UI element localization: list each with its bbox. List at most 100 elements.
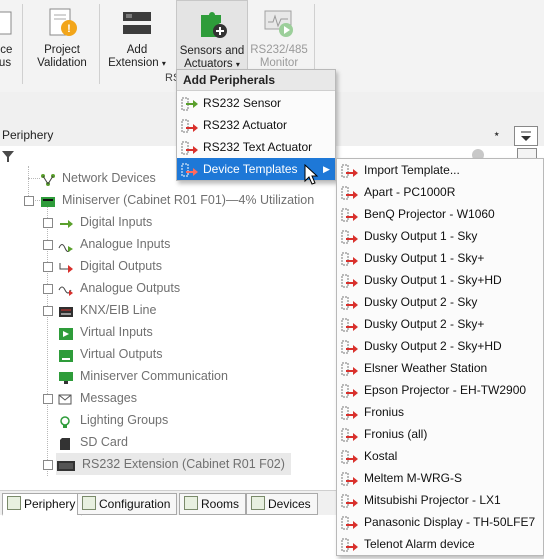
tree-item-label: SD Card — [80, 435, 128, 449]
menu-item-template[interactable]: Meltem M-WRG-S — [337, 467, 543, 489]
sensor-arrow-icon — [58, 216, 74, 230]
tab-periphery[interactable]: Periphery — [2, 493, 83, 516]
expand-toggle[interactable] — [43, 262, 53, 272]
miniserver-icon — [40, 194, 56, 208]
ribbon-button-label: Add — [126, 44, 148, 56]
menu-item-rs232-actuator[interactable]: RS232 Actuator — [177, 114, 335, 136]
template-icon — [341, 185, 359, 200]
menu-item-label: Fronius (all) — [364, 427, 428, 441]
tree-item-messages[interactable]: Messages — [58, 387, 137, 409]
project-validation-button[interactable]: ! Project Validation — [28, 0, 96, 86]
expand-toggle[interactable] — [43, 284, 53, 294]
tab-configuration[interactable]: Configuration — [77, 493, 178, 515]
menu-item-template[interactable]: Mitsubishi Projector - LX1 — [337, 489, 543, 511]
menu-item-template[interactable]: Apart - PC1000R — [337, 181, 543, 203]
menu-item-template[interactable]: Import Template... — [337, 159, 543, 181]
tree-item-network-devices[interactable]: Network Devices — [40, 167, 156, 189]
tree-item-virtual-outputs[interactable]: Virtual Outputs — [58, 343, 162, 365]
virtual-input-icon — [58, 326, 74, 340]
tree-item-label: Network Devices — [62, 171, 156, 185]
menu-item-label: RS232 Text Actuator — [203, 140, 313, 154]
tab-label: Configuration — [99, 497, 171, 511]
menu-item-template[interactable]: Dusky Output 2 - Sky+ — [337, 313, 543, 335]
menu-item-template[interactable]: Telenot Alarm device — [337, 533, 543, 555]
tree-item-rs232-extension[interactable]: RS232 Extension (Cabinet R01 F02) — [56, 453, 291, 475]
periphery-title: Periphery — [2, 128, 54, 142]
expand-toggle[interactable] — [43, 394, 53, 404]
tab-label: Devices — [268, 497, 311, 511]
tree-item-miniserver-communication[interactable]: Miniserver Communication — [58, 365, 228, 387]
submenu-arrow-icon: ▶ — [323, 164, 330, 174]
expand-toggle[interactable] — [43, 460, 53, 470]
panel-menu-button[interactable] — [514, 126, 538, 146]
tab-devices[interactable]: Devices — [246, 493, 318, 515]
tree-item-miniserver[interactable]: Miniserver (Cabinet R01 F01)—4% Utilizat… — [40, 189, 314, 211]
actuator-arrow-icon — [58, 260, 74, 274]
expand-toggle[interactable] — [43, 240, 53, 250]
menu-header: Add Peripherals — [177, 70, 335, 91]
template-icon — [341, 163, 359, 178]
menu-item-label: Epson Projector - EH-TW2900 — [364, 383, 527, 397]
tree-item-digital-inputs[interactable]: Digital Inputs — [58, 211, 152, 233]
filter-icon[interactable] — [1, 149, 15, 163]
menu-item-template[interactable]: BenQ Projector - W1060 — [337, 203, 543, 225]
mouse-cursor-icon — [304, 164, 319, 185]
expand-toggle[interactable] — [43, 218, 53, 228]
tab-rooms[interactable]: Rooms — [179, 493, 247, 515]
collapse-toggle[interactable] — [24, 196, 34, 206]
tree-item-label: Miniserver Communication — [80, 369, 228, 383]
ribbon-button-label: Project — [44, 44, 80, 56]
ribbon-button-label: Sensors and — [179, 45, 245, 57]
menu-item-template[interactable]: Dusky Output 2 - Sky+HD — [337, 335, 543, 357]
menu-item-template[interactable]: Elsner Weather Station — [337, 357, 543, 379]
tree-item-label: KNX/EIB Line — [80, 303, 157, 317]
ribbon-button-partial[interactable]: ice us — [0, 0, 18, 86]
tree-item-analogue-inputs[interactable]: Analogue Inputs — [58, 233, 170, 255]
menu-item-template[interactable]: Dusky Output 1 - Sky — [337, 225, 543, 247]
sensor-input-icon — [181, 96, 199, 111]
template-icon — [341, 493, 359, 508]
tab-label: Rooms — [201, 497, 240, 511]
tree-item-knx-line[interactable]: KNX/EIB Line — [58, 299, 156, 321]
lighting-group-icon — [58, 414, 74, 428]
tree-item-label: Digital Outputs — [80, 259, 162, 273]
tree-item-sd-card[interactable]: SD Card — [58, 431, 128, 453]
menu-item-template[interactable]: Epson Projector - EH-TW2900 — [337, 379, 543, 401]
tree-item-virtual-inputs[interactable]: Virtual Inputs — [58, 321, 153, 343]
template-icon — [341, 273, 359, 288]
tree-item-label: RS232 Extension (Cabinet R01 F02) — [82, 457, 285, 471]
menu-item-label: RS232 Actuator — [203, 118, 288, 132]
tree-item-label: Analogue Outputs — [80, 281, 181, 295]
menu-item-template[interactable]: Fronius — [337, 401, 543, 423]
tree-item-label: Digital Inputs — [80, 215, 153, 229]
menu-item-rs232-sensor[interactable]: RS232 Sensor — [177, 92, 335, 114]
template-icon — [341, 405, 359, 420]
menu-item-template[interactable]: Panasonic Display - TH-50LFE7 — [337, 511, 543, 533]
tab-label: Periphery — [24, 497, 76, 511]
add-extension-button[interactable]: Add Extension ▾ — [104, 0, 170, 86]
menu-item-label: RS232 Sensor — [203, 96, 282, 110]
menu-item-label: Dusky Output 1 - Sky+HD — [364, 273, 502, 287]
tree-item-lighting-groups[interactable]: Lighting Groups — [58, 409, 168, 431]
menu-item-template[interactable]: Fronius (all) — [337, 423, 543, 445]
menu-item-label: Device Templates — [203, 162, 298, 176]
ribbon-separator — [22, 4, 23, 84]
tree-item-analogue-outputs[interactable]: Analogue Outputs — [58, 277, 180, 299]
knx-icon — [58, 304, 74, 318]
periphery-icon — [7, 496, 21, 510]
ribbon-button-label: RS232/485 — [250, 44, 308, 56]
menu-item-template[interactable]: Dusky Output 1 - Sky+HD — [337, 269, 543, 291]
periphery-tree: Network Devices Miniserver (Cabinet R01 … — [0, 166, 340, 490]
dropdown-arrow-icon: ▾ — [161, 59, 166, 68]
tree-item-digital-outputs[interactable]: Digital Outputs — [58, 255, 162, 277]
menu-item-template[interactable]: Kostal — [337, 445, 543, 467]
menu-item-template[interactable]: Dusky Output 2 - Sky — [337, 291, 543, 313]
menu-item-rs232-text-actuator[interactable]: RS232 Text Actuator — [177, 136, 335, 158]
template-icon — [341, 515, 359, 530]
network-icon — [40, 172, 56, 186]
menu-item-template[interactable]: Dusky Output 1 - Sky+ — [337, 247, 543, 269]
expand-toggle[interactable] — [43, 306, 53, 316]
svg-text:!: ! — [67, 23, 71, 35]
pin-icon[interactable]: ⭑ — [494, 129, 499, 140]
configuration-icon — [82, 496, 96, 510]
